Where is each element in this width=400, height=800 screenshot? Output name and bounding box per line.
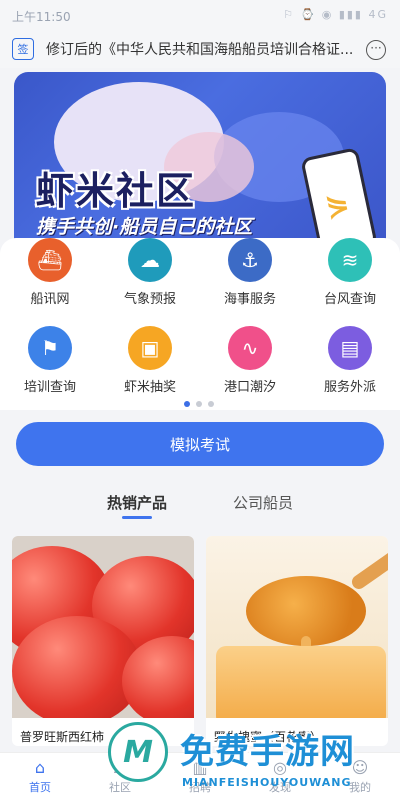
tab-hot-products[interactable]: 热销产品 [107,492,167,513]
quick-item-maritime[interactable]: ⚓ 海事服务 [200,238,300,307]
product-name: 普罗旺斯西红柿 [20,730,105,744]
watermark-logo-icon: M [108,722,168,782]
page-dot-active[interactable] [184,401,190,407]
weather-icon: ☁ [128,238,172,282]
tabbar-label: 社区 [109,781,131,794]
watermark-subtitle: MIANFEISHOUYOUWANG [182,776,352,789]
quick-item-typhoon[interactable]: ≋ 台风查询 [300,238,400,307]
quick-item-training[interactable]: ⚑ 培训查询 [0,326,100,395]
training-icon: ⚑ [28,326,72,370]
quick-item-lottery[interactable]: ▣ 虾米抽奖 [100,326,200,395]
notice-bar[interactable]: 签 修订后的《中华人民共和国海船船员培训合格证... ··· [0,30,400,68]
quick-item-label: 港口潮汐 [223,380,276,395]
quick-item-tide[interactable]: ∿ 港口潮汐 [200,326,300,395]
banner-subtitle: 携手共创·船员自己的社区 [36,216,253,238]
tabbar-label: 我的 [349,781,371,794]
page-dot[interactable] [196,401,202,407]
tabbar-label: 首页 [29,781,51,794]
quick-item-label: 海事服务 [223,292,276,307]
more-icon[interactable]: ··· [366,40,386,60]
tide-icon: ∿ [228,326,272,370]
quick-item-label: 培训查询 [23,380,76,395]
spoon-handle [349,536,388,592]
quick-item-label: 服务外派 [323,380,376,395]
mock-exam-button[interactable]: 模拟考试 [16,422,384,466]
quick-item-label: 气象预报 [123,292,176,307]
product-image [206,536,388,718]
quick-item-ship[interactable]: ⛴ 船讯网 [0,238,100,307]
page-dot[interactable] [208,401,214,407]
tabbar-home[interactable]: ⌂ 首页 [0,753,80,800]
page-indicator [184,401,214,407]
status-bar: 上午11:50 ⚐ ⌚ ◉ ▮▮▮ 4G [0,0,400,30]
service-icon: ▤ [328,326,372,370]
quick-item-label: 虾米抽奖 [123,380,176,395]
quick-item-label: 台风查询 [323,292,376,307]
sign-badge-icon: 签 [12,38,34,60]
banner[interactable]: ⋟ 虾米社区 携手共创·船员自己的社区 [14,72,386,262]
home-icon: ⌂ [34,758,46,777]
tomato-shape [12,616,142,718]
product-image [12,536,194,718]
tab-company-crew[interactable]: 公司船员 [233,492,293,513]
status-time: 上午11:50 [12,10,71,24]
status-icons: ⚐ ⌚ ◉ ▮▮▮ 4G [283,8,388,21]
quick-item-label: 船讯网 [30,292,70,307]
tab-underline [122,516,152,519]
typhoon-icon: ≋ [328,238,372,282]
ship-icon: ⛴ [28,238,72,282]
product-card-tomato[interactable]: 普罗旺斯西红柿 [12,536,194,746]
honey-bowl [216,646,386,718]
banner-title: 虾米社区 [36,169,197,213]
quick-item-service[interactable]: ▤ 服务外派 [300,326,400,395]
maritime-icon: ⚓ [228,238,272,282]
lottery-icon: ▣ [128,326,172,370]
watermark-title: 免费手游网 [180,732,355,772]
product-card-honey[interactable]: 野生槐蜜（百花蜜） [206,536,388,746]
product-tabs: 热销产品 公司船员 [0,486,400,522]
notice-text[interactable]: 修订后的《中华人民共和国海船船员培训合格证... [46,39,356,59]
brand-logo-icon: ⋟ [322,185,353,223]
quick-item-weather[interactable]: ☁ 气象预报 [100,238,200,307]
quick-row-2: ⚑ 培训查询 ▣ 虾米抽奖 ∿ 港口潮汐 ▤ 服务外派 [0,326,400,395]
quick-row-1: ⛴ 船讯网 ☁ 气象预报 ⚓ 海事服务 ≋ 台风查询 [0,238,400,307]
